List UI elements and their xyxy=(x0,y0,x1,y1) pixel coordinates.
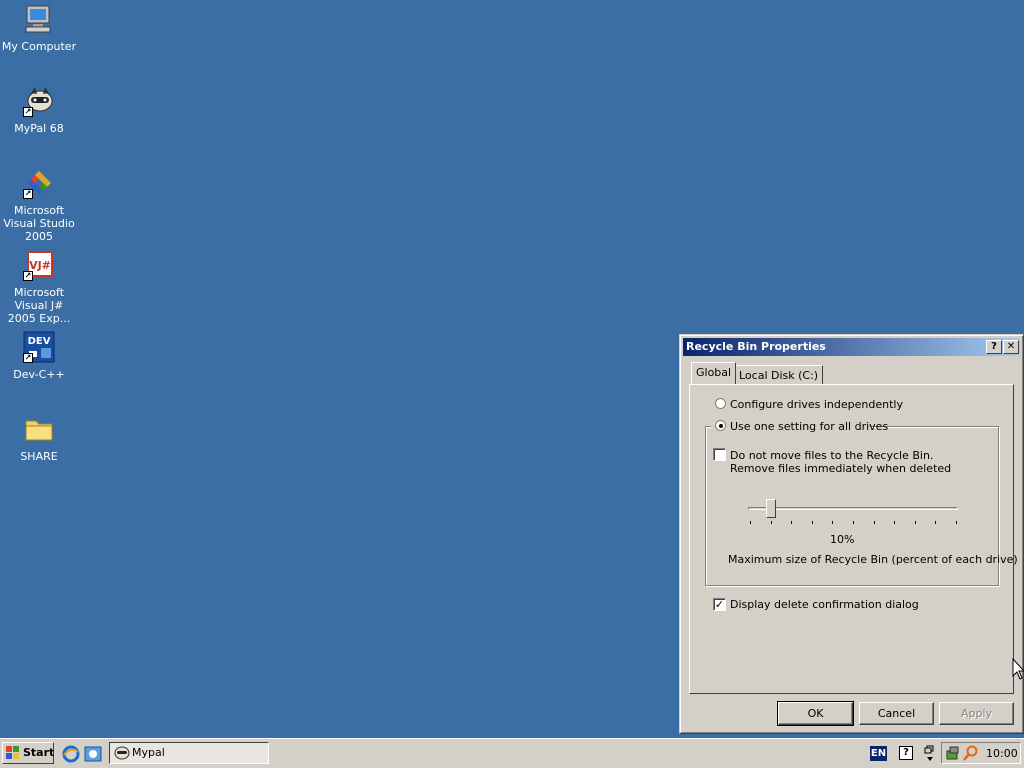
mypal-browser-icon: ↗ xyxy=(23,85,55,117)
desktop-icon-visual-jsharp[interactable]: VJ# ↗ Microsoft Visual J# 2005 Exp... xyxy=(0,249,78,325)
language-indicator[interactable]: EN xyxy=(870,746,887,761)
search-tray-icon[interactable] xyxy=(963,745,979,761)
slider-tick xyxy=(853,521,854,524)
dev-cpp-icon: DEV ↗ xyxy=(23,331,55,363)
tab-label: Global xyxy=(696,366,732,379)
configure-independently-radio[interactable] xyxy=(715,398,726,409)
desktop-icon-visual-studio[interactable]: ↗ Microsoft Visual Studio 2005 xyxy=(0,167,78,243)
tab-label: Local Disk (C:) xyxy=(739,369,819,382)
use-one-setting-label[interactable]: Use one setting for all drives xyxy=(730,420,888,433)
ok-button[interactable]: OK xyxy=(777,701,854,726)
start-label: Start xyxy=(23,746,55,759)
close-icon: ✕ xyxy=(1006,341,1016,352)
system-tray: 10:00 xyxy=(941,742,1021,764)
desktop-icon-mypal[interactable]: ↗ MyPal 68 xyxy=(0,85,78,135)
task-label: Mypal xyxy=(132,746,165,759)
tab-global[interactable]: Global xyxy=(691,362,737,384)
max-size-slider-track[interactable] xyxy=(748,507,958,510)
shortcut-arrow-icon: ↗ xyxy=(23,189,33,199)
desktop-icon-dev-cpp[interactable]: DEV ↗ Dev-C++ xyxy=(0,331,78,381)
slider-tick xyxy=(770,521,772,524)
folder-icon xyxy=(23,413,55,445)
show-desktop-icon[interactable] xyxy=(84,745,102,763)
recycle-bin-properties-window: Recycle Bin Properties ? ✕ Global Local … xyxy=(679,334,1024,734)
clock[interactable]: 10:00 xyxy=(986,747,1018,760)
cancel-button[interactable]: Cancel xyxy=(859,702,934,725)
tab-panel-global: Configure drives independently Use one s… xyxy=(689,384,1018,694)
do-not-move-checkbox[interactable] xyxy=(713,448,726,461)
desktop-icon-label: Microsoft Visual Studio 2005 xyxy=(3,204,75,243)
tab-local-disk[interactable]: Local Disk (C:) xyxy=(734,365,824,384)
mouse-cursor-icon xyxy=(1012,658,1024,680)
help-button[interactable]: ? xyxy=(986,340,1002,354)
slider-tick xyxy=(791,521,793,524)
max-size-value: 10% xyxy=(830,533,855,546)
desktop-icon-label: MyPal 68 xyxy=(14,122,64,135)
windows-logo-icon xyxy=(6,746,20,760)
max-size-caption: Maximum size of Recycle Bin (percent of … xyxy=(728,553,1018,566)
shortcut-arrow-icon: ↗ xyxy=(23,271,33,281)
shortcut-arrow-icon: ↗ xyxy=(23,107,33,117)
slider-tick xyxy=(935,521,937,524)
slider-tick xyxy=(811,521,813,524)
use-one-setting-radio[interactable] xyxy=(715,420,726,431)
do-not-move-label-line1[interactable]: Do not move files to the Recycle Bin. xyxy=(730,449,933,462)
slider-tick xyxy=(956,521,957,524)
desktop-icon-share[interactable]: SHARE xyxy=(0,413,78,463)
help-tray-icon[interactable]: ? xyxy=(899,746,913,760)
help-icon: ? xyxy=(991,341,997,352)
desktop-icon-label: My Computer xyxy=(1,40,77,53)
svg-text:DEV: DEV xyxy=(28,336,51,347)
shortcut-arrow-icon: ↗ xyxy=(23,353,33,363)
internet-explorer-icon[interactable] xyxy=(62,745,80,763)
network-tray-icon[interactable] xyxy=(945,745,961,761)
checkmark-icon: ✓ xyxy=(714,598,725,611)
desktop-icon-label: Dev-C++ xyxy=(13,368,65,381)
display-confirmation-checkbox[interactable]: ✓ xyxy=(713,598,726,611)
window-title: Recycle Bin Properties xyxy=(686,340,826,353)
desktop-icon-label: Microsoft Visual J# 2005 Exp... xyxy=(7,286,71,325)
display-confirmation-label[interactable]: Display delete confirmation dialog xyxy=(730,598,919,611)
slider-tick xyxy=(894,521,896,524)
slider-tick xyxy=(873,521,875,524)
mypal-browser-icon xyxy=(114,746,130,760)
taskbar-task-mypal[interactable]: Mypal xyxy=(109,742,269,764)
window-restore-arrow-icon[interactable] xyxy=(924,744,936,764)
max-size-slider-thumb[interactable] xyxy=(765,499,776,518)
title-bar[interactable]: Recycle Bin Properties ? ✕ xyxy=(683,338,1020,356)
desktop-icon-label: SHARE xyxy=(20,450,58,463)
visual-jsharp-icon: VJ# ↗ xyxy=(23,249,55,281)
close-button[interactable]: ✕ xyxy=(1003,340,1019,354)
slider-tick xyxy=(914,521,916,524)
taskbar: Start Mypal EN ? 10:00 xyxy=(0,738,1024,768)
desktop-icon-my-computer[interactable]: My Computer xyxy=(0,3,78,53)
radio-selected-dot xyxy=(719,424,723,428)
configure-independently-label[interactable]: Configure drives independently xyxy=(730,398,903,411)
slider-tick xyxy=(832,521,834,524)
apply-button[interactable]: Apply xyxy=(939,702,1014,725)
slider-tick xyxy=(750,521,751,524)
start-button[interactable]: Start xyxy=(2,742,54,764)
do-not-move-label-line2: Remove files immediately when deleted xyxy=(730,462,952,475)
visual-studio-icon: ↗ xyxy=(23,167,55,199)
computer-icon xyxy=(23,3,55,35)
